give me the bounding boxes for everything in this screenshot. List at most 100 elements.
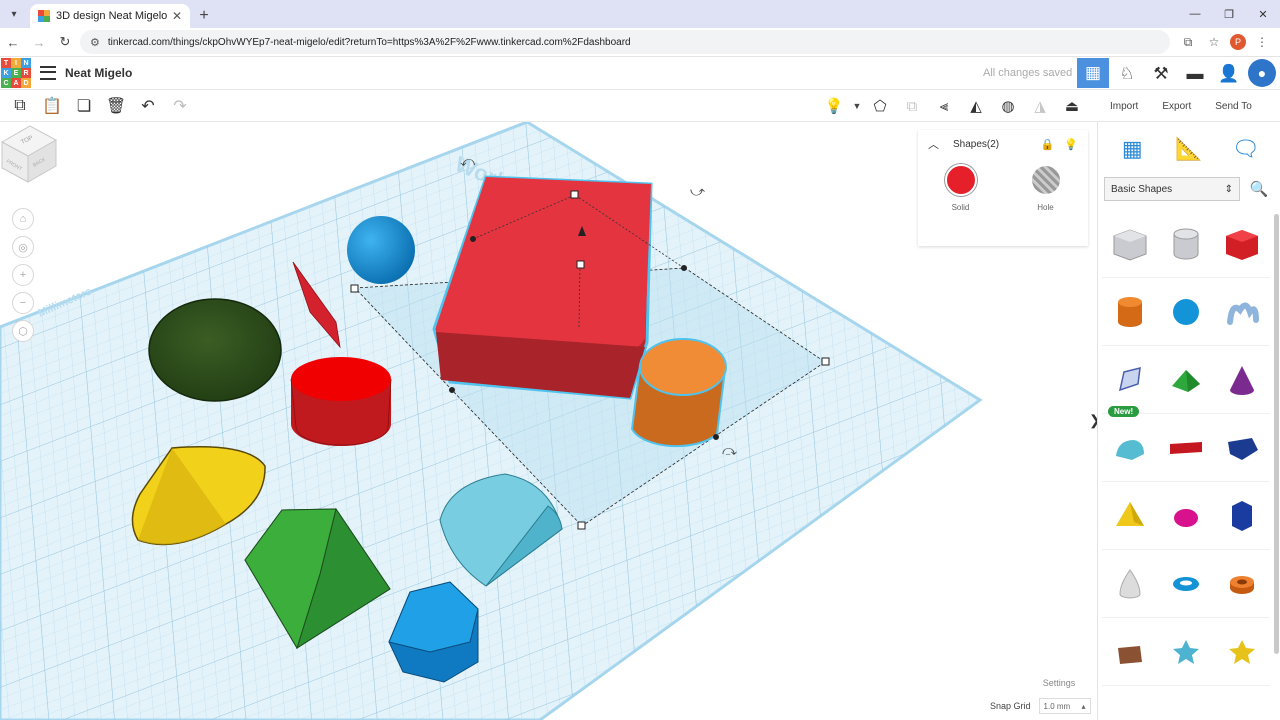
duplicate-icon[interactable]: ❏ [68, 91, 100, 121]
hole-label: Hole [1037, 203, 1054, 212]
user-avatar[interactable]: ● [1248, 59, 1276, 87]
solid-swatch[interactable] [944, 164, 977, 196]
more-icon[interactable]: ⋮ [1252, 32, 1272, 52]
delete-icon[interactable]: 🗑 [100, 91, 132, 121]
view-cube[interactable]: TOP FRONT BACK [0, 122, 58, 184]
shape-text[interactable] [1158, 414, 1214, 482]
shape-inspector: ︿ Shapes(2) 🔒 💡 Solid Hole [918, 130, 1088, 246]
url-text: tinkercad.com/things/ckpOhvWYEp7-neat-mi… [107, 36, 631, 48]
perspective-icon[interactable]: ⬡ [12, 320, 34, 342]
settings-button[interactable]: Settings [1033, 673, 1085, 693]
tinkercad-logo[interactable]: T I N K E R C A D [1, 58, 31, 88]
new-tab-button[interactable]: + [190, 4, 218, 28]
rotate-handle-right: ⤻ [690, 184, 705, 200]
window-close-icon[interactable]: ✕ [1246, 0, 1280, 28]
window-controls: — ❐ ✕ [1178, 0, 1280, 28]
rotate-handle-bottom: ⤼ [722, 443, 737, 459]
shape-round-roof[interactable] [1102, 414, 1158, 482]
collapse-inspector-icon[interactable]: ︿ [928, 136, 939, 152]
align-icon[interactable]: ⫷ [928, 90, 960, 122]
browser-address-bar: ← → ↻ ⚙ tinkercad.com/things/ckpOhvWYEp7… [0, 28, 1280, 57]
chevron-right-icon[interactable]: ❯ [1089, 412, 1097, 429]
light-bulb-icon[interactable]: 💡 [818, 90, 850, 122]
design-menu-icon[interactable] [40, 66, 56, 80]
shape-cylinder[interactable] [1102, 278, 1158, 346]
shape-hexagonal-prism[interactable] [1214, 482, 1270, 550]
cruise-icon[interactable]: ◍ [992, 90, 1024, 122]
shapes-panel: ▦ 📐 🗨 Basic Shapes ⇕ 🔍 New! [1097, 122, 1280, 720]
undo-icon[interactable]: ↶ [132, 91, 164, 121]
shape-star-gold[interactable] [1214, 618, 1270, 686]
panel-scrollbar[interactable] [1274, 214, 1279, 654]
install-app-icon[interactable]: ⧉ [1178, 32, 1198, 52]
browser-tab[interactable]: 3D design Neat Migelo - Tinkercad ✕ [30, 4, 190, 28]
profile-avatar[interactable]: P [1230, 34, 1246, 50]
shape-heart[interactable] [1102, 618, 1158, 686]
shape-polygon[interactable] [1214, 414, 1270, 482]
zoom-in-icon[interactable]: + [12, 264, 34, 286]
star-icon[interactable]: ☆ [1204, 32, 1224, 52]
pickaxe-icon[interactable]: ⚒ [1144, 57, 1178, 90]
home-view-icon[interactable]: ⌂ [12, 208, 34, 230]
tab-search-icon[interactable]: ▾ [0, 0, 28, 28]
sim-lab-icon[interactable]: ♘ [1110, 57, 1144, 90]
hole-option[interactable]: Hole [1016, 164, 1076, 212]
paste-icon[interactable]: 📋 [36, 91, 68, 121]
shape-box-hole[interactable] [1102, 210, 1158, 278]
lock-icon[interactable]: 🔒 [1041, 138, 1055, 151]
shape-roof[interactable] [1158, 346, 1214, 414]
light-bulb-icon[interactable]: 💡 [1064, 138, 1078, 151]
group-icon[interactable]: ⧉ [896, 90, 928, 122]
3d-viewport[interactable]: Workplane Millimeters [0, 122, 1097, 720]
fit-view-icon[interactable]: ◎ [12, 236, 34, 258]
import-button[interactable]: Import [1098, 90, 1150, 122]
shape-paraboloid[interactable] [1102, 550, 1158, 618]
shape-half-sphere[interactable] [1158, 482, 1214, 550]
solid-option[interactable]: Solid [931, 164, 991, 212]
bricks-icon[interactable]: ▬ [1178, 57, 1212, 90]
shape-sphere[interactable] [1158, 278, 1214, 346]
forward-icon[interactable]: → [26, 29, 52, 55]
shape-category-select[interactable]: Basic Shapes ⇕ [1104, 177, 1240, 201]
tune-icon[interactable]: ⚙ [90, 36, 100, 49]
back-icon[interactable]: ← [0, 29, 26, 55]
design-name[interactable]: Neat Migelo [65, 66, 132, 80]
minimize-icon[interactable]: — [1178, 0, 1212, 28]
reload-icon[interactable]: ↻ [52, 29, 78, 55]
export-button[interactable]: Export [1150, 90, 1203, 122]
redo-icon[interactable]: ↷ [164, 91, 196, 121]
note-icon[interactable]: ⬠ [864, 90, 896, 122]
notes-icon[interactable]: 🗨 [1229, 132, 1263, 166]
add-user-icon[interactable]: 👤 [1212, 57, 1246, 90]
shape-green-ellipse [148, 298, 282, 402]
inspector-title: Shapes(2) [953, 138, 1000, 150]
zoom-out-icon[interactable]: − [12, 292, 34, 314]
copy-icon[interactable]: ⧉ [4, 91, 36, 121]
chevron-down-icon[interactable]: ▼ [850, 90, 864, 122]
shape-tube[interactable] [1214, 550, 1270, 618]
tab-close-icon[interactable]: ✕ [172, 9, 182, 23]
save-status: All changes saved [983, 67, 1073, 79]
shape-graphic[interactable]: New! [1102, 346, 1158, 417]
shape-pyramid[interactable] [1102, 482, 1158, 550]
shape-cylinder-hole[interactable] [1158, 210, 1214, 278]
shape-star[interactable] [1158, 618, 1214, 686]
hole-swatch[interactable] [1031, 166, 1060, 194]
ruler-icon[interactable]: 📐 [1172, 132, 1206, 166]
workplane-icon[interactable]: ▦ [1115, 132, 1149, 166]
shape-torus[interactable] [1158, 550, 1214, 618]
ungroup-icon[interactable]: ◮ [1024, 90, 1056, 122]
snap-grid: Snap Grid 1.0 mm ▴ [990, 696, 1091, 716]
maximize-icon[interactable]: ❐ [1212, 0, 1246, 28]
snap-grid-select[interactable]: 1.0 mm ▴ [1038, 698, 1091, 714]
shape-cone[interactable] [1214, 346, 1270, 414]
shape-box[interactable] [1214, 210, 1270, 278]
browser-tab-bar: ▾ 3D design Neat Migelo - Tinkercad ✕ + … [0, 0, 1280, 28]
url-field[interactable]: ⚙ tinkercad.com/things/ckpOhvWYEp7-neat-… [80, 30, 1170, 54]
send-to-button[interactable]: Send To [1203, 90, 1264, 122]
mirror-icon[interactable]: ◭ [960, 90, 992, 122]
search-icon[interactable]: 🔍 [1246, 180, 1272, 198]
3d-design-view-icon[interactable]: ▦ [1077, 58, 1109, 88]
workplane-tool-icon[interactable]: ⏏ [1056, 90, 1088, 122]
shape-scribble[interactable] [1214, 278, 1270, 346]
